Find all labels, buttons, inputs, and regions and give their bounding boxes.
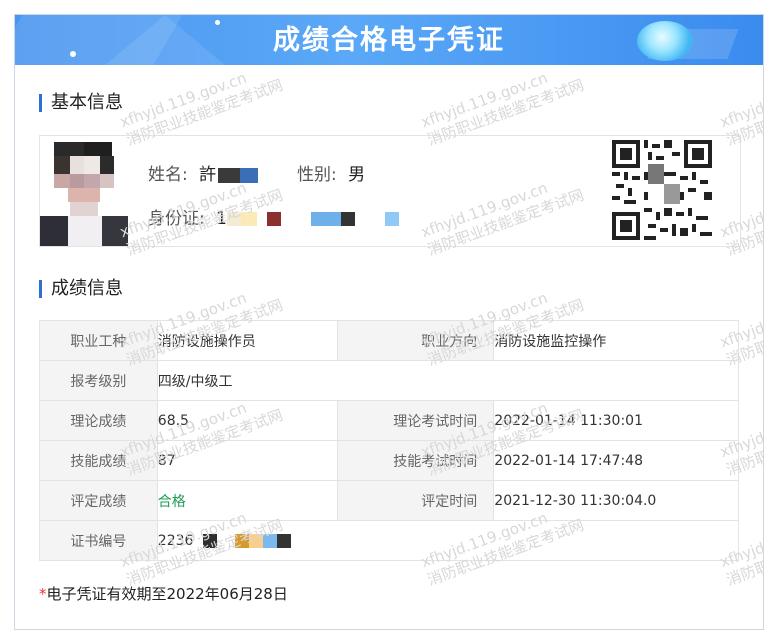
table-row: 技能成绩 87 技能考试时间 2022-01-14 17:47:48 (39, 440, 739, 481)
redaction-block (240, 167, 259, 183)
table-row: 证书编号 2236 (39, 520, 740, 561)
certificate-number-label: 证书编号 (39, 520, 158, 561)
redaction-block (277, 533, 292, 548)
watermark-line: xfhyjd.119.gov.cn (117, 68, 249, 132)
level-value: 四级/中级工 (156, 360, 740, 401)
redaction-block (218, 167, 241, 183)
watermark-line: xfhyjd.119.gov.cn (717, 68, 764, 132)
occupation-value: 消防设施操作员 (156, 320, 338, 361)
banner: 成绩合格电子凭证 (15, 15, 763, 65)
theory-score-value: 68.5 (156, 400, 338, 441)
redaction-block (249, 533, 264, 548)
basic-info-heading: 基本信息 (39, 93, 123, 113)
theory-time-label: 理论考试时间 (336, 400, 495, 441)
table-row: 报考级别 四级/中级工 (39, 360, 740, 401)
direction-value: 消防设施监控操作 (493, 320, 739, 361)
theory-time-value: 2022-01-14 11:30:01 (493, 400, 739, 441)
table-row: 职业工种 消防设施操作员 职业方向 消防设施监控操作 (39, 320, 739, 361)
redaction-block (235, 533, 250, 548)
certificate-number-cell: 2236 (156, 520, 740, 561)
certificate-number-value: 2236 (157, 532, 194, 549)
qr-code (612, 140, 712, 240)
assessment-value: 合格 (156, 480, 338, 521)
watermark-line: xfhyjd.119.gov.cn (418, 68, 550, 132)
theory-score-label: 理论成绩 (39, 400, 158, 441)
grades-table: 职业工种 消防设施操作员 职业方向 消防设施监控操作 报考级别 四级/中级工 理… (39, 320, 740, 561)
required-star: * (39, 585, 47, 603)
id-label: 身份证: (148, 209, 205, 229)
redaction-block (240, 212, 257, 226)
redaction-block (263, 533, 278, 548)
assessment-time-label: 评定时间 (336, 480, 495, 521)
redaction-block (310, 212, 341, 226)
redaction-block (203, 533, 218, 548)
occupation-label: 职业工种 (39, 320, 158, 361)
id-value: 1 (216, 209, 227, 229)
validity-note: *电子凭证有效期至2022年06月28日 (39, 583, 288, 604)
assessment-label: 评定成绩 (39, 480, 158, 521)
name-row: 姓名: 許 (148, 160, 259, 185)
assessment-time-value: 2021-12-30 11:30:04.0 (493, 480, 739, 521)
certificate-frame: 成绩合格电子凭证 基本信息 姓名: 許 性别: 男 身份证: 1 成绩信息 职业… (14, 14, 764, 630)
gender-label: 性别: (297, 165, 337, 185)
validity-text: 电子凭证有效期至2022年06月28日 (46, 585, 288, 603)
gender-value: 男 (348, 165, 366, 185)
name-label: 姓名: (148, 165, 188, 185)
page-title: 成绩合格电子凭证 (273, 25, 505, 56)
skill-time-value: 2022-01-14 17:47:48 (493, 440, 739, 481)
redaction-block (266, 212, 281, 226)
avatar (40, 136, 128, 246)
skill-time-label: 技能考试时间 (336, 440, 495, 481)
redaction-block (340, 212, 355, 226)
name-value: 許 (199, 165, 217, 185)
basic-info-card: 姓名: 許 性别: 男 身份证: 1 (39, 135, 741, 247)
level-label: 报考级别 (39, 360, 158, 401)
redaction-block (226, 212, 241, 226)
id-row: 身份证: 1 (148, 204, 399, 229)
skill-score-value: 87 (156, 440, 338, 481)
table-row: 理论成绩 68.5 理论考试时间 2022-01-14 11:30:01 (39, 400, 739, 441)
grades-heading: 成绩信息 (39, 279, 123, 299)
table-row: 评定成绩 合格 评定时间 2021-12-30 11:30:04.0 (39, 480, 739, 521)
redaction-block (384, 212, 399, 226)
direction-label: 职业方向 (336, 320, 495, 361)
skill-score-label: 技能成绩 (39, 440, 158, 481)
gender-row: 性别: 男 (297, 160, 365, 185)
